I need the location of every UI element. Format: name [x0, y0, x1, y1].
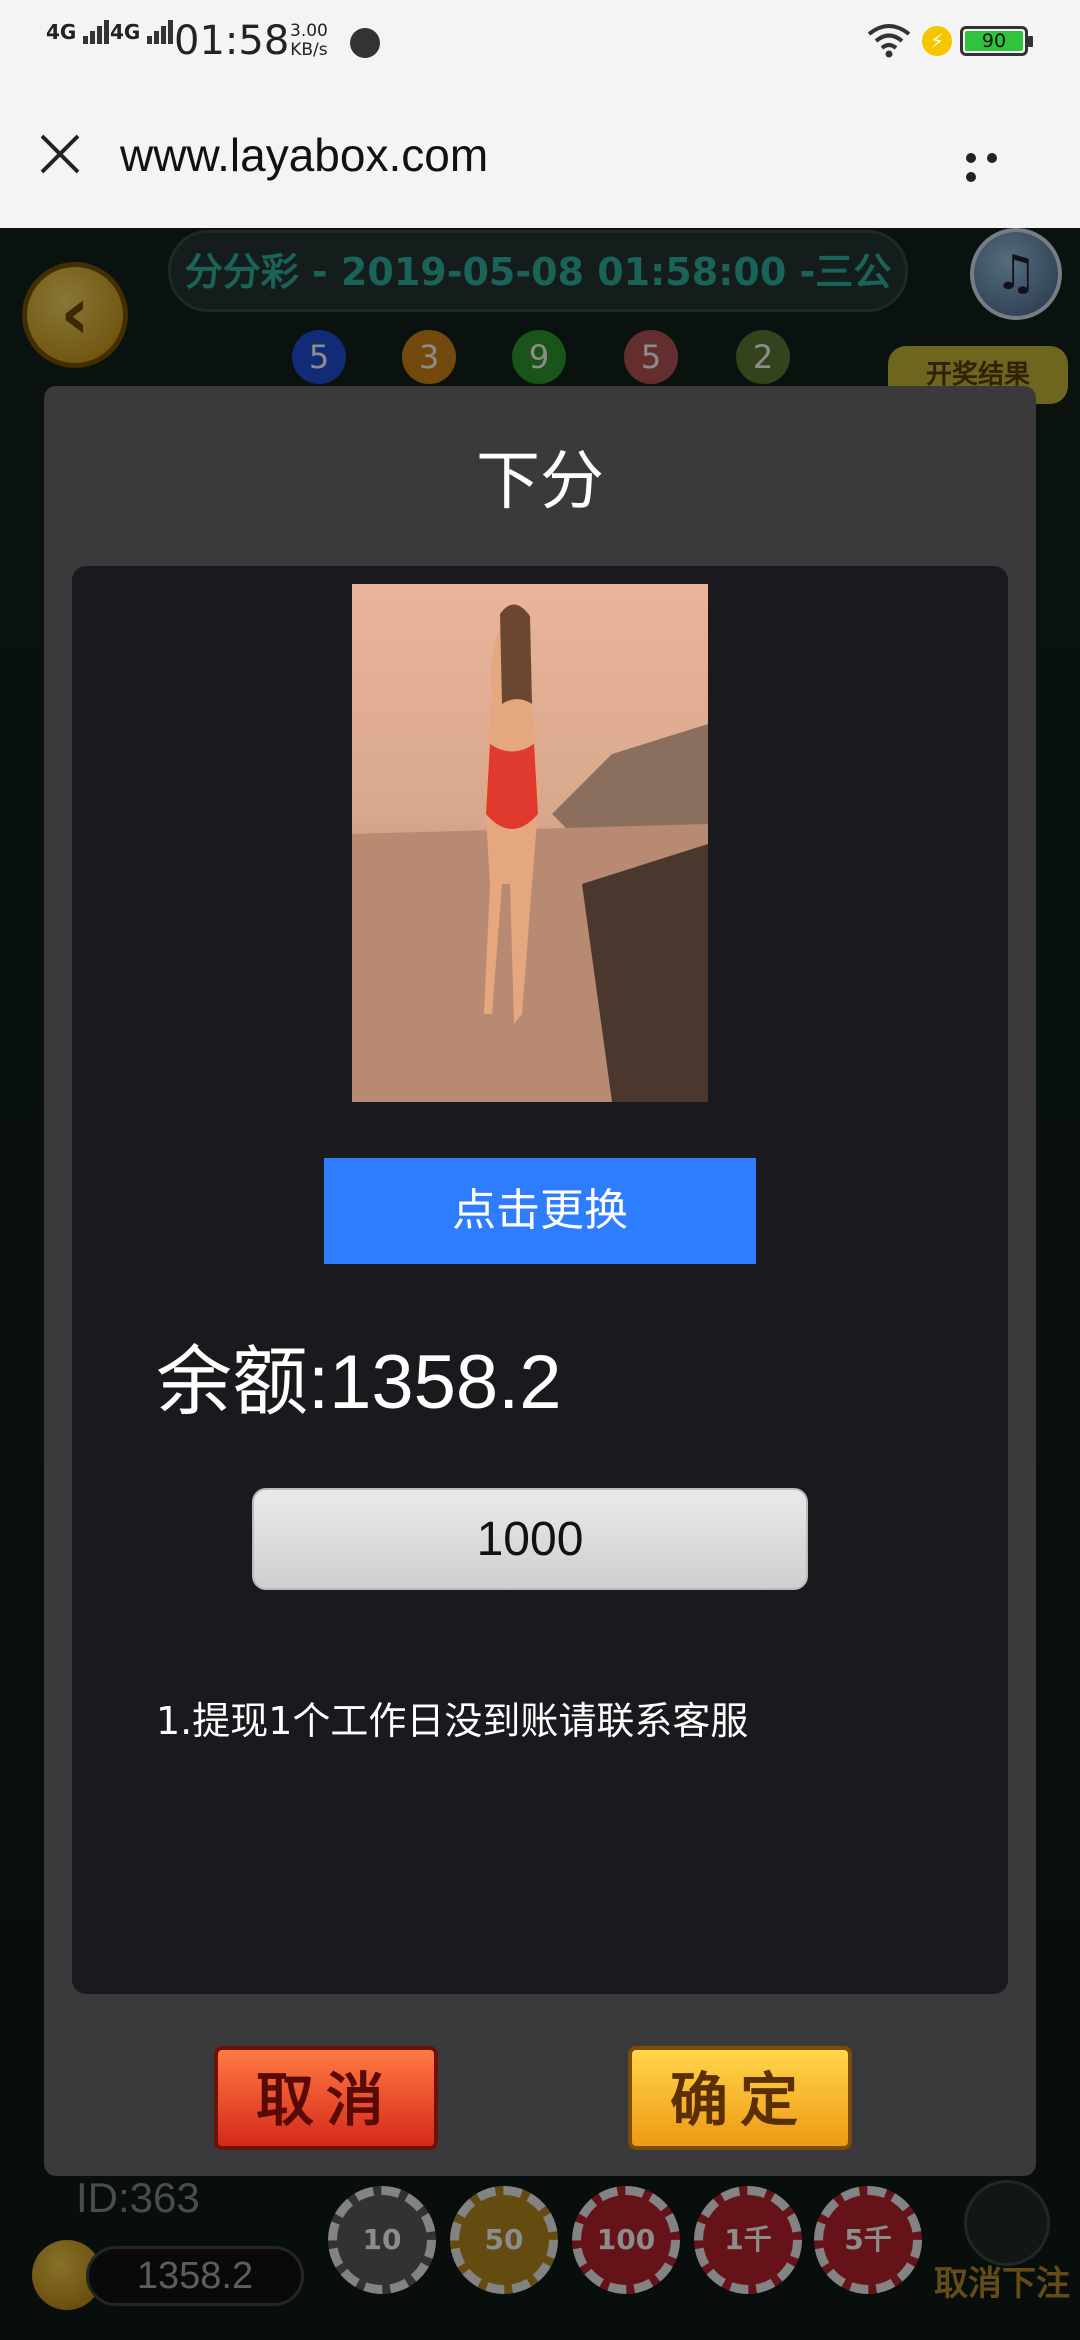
- cancel-button[interactable]: 取消: [214, 2046, 438, 2150]
- speed-unit: KB/s: [290, 40, 328, 60]
- url-text[interactable]: www.layabox.com: [120, 128, 488, 182]
- network-type-2: 4G: [110, 20, 141, 44]
- dialog-title: 下分: [476, 445, 604, 519]
- amount-input[interactable]: [252, 1488, 808, 1590]
- qr-photo-image: [352, 584, 708, 1102]
- charging-icon: ⚡: [922, 26, 952, 56]
- signal-bars-icon: [83, 20, 111, 44]
- status-time: 01:58: [174, 18, 290, 64]
- signal-1: 4G: [46, 20, 111, 44]
- more-options-icon[interactable]: [966, 148, 1026, 182]
- network-type-1: 4G: [46, 20, 77, 44]
- balance-text: 余额:1358.2: [156, 1340, 562, 1425]
- speed-value: 3.00: [290, 21, 328, 41]
- close-icon[interactable]: [36, 130, 84, 178]
- signal-2: 4G: [110, 20, 175, 44]
- status-bar: 4G 4G 01:58 3.00 KB/s ⚡ 90: [0, 0, 1080, 80]
- browser-globe-icon: [350, 28, 380, 58]
- battery-icon: 90: [960, 26, 1033, 56]
- withdraw-note: 1.提现1个工作日没到账请联系客服: [156, 1699, 749, 1743]
- confirm-button[interactable]: 确定: [628, 2046, 852, 2150]
- signal-bars-icon: [147, 20, 175, 44]
- wifi-icon: [867, 24, 911, 58]
- battery-level: 90: [965, 31, 1023, 51]
- browser-toolbar: www.layabox.com: [0, 80, 1080, 228]
- network-speed: 3.00 KB/s: [290, 22, 328, 60]
- change-image-button[interactable]: 点击更换: [324, 1158, 756, 1264]
